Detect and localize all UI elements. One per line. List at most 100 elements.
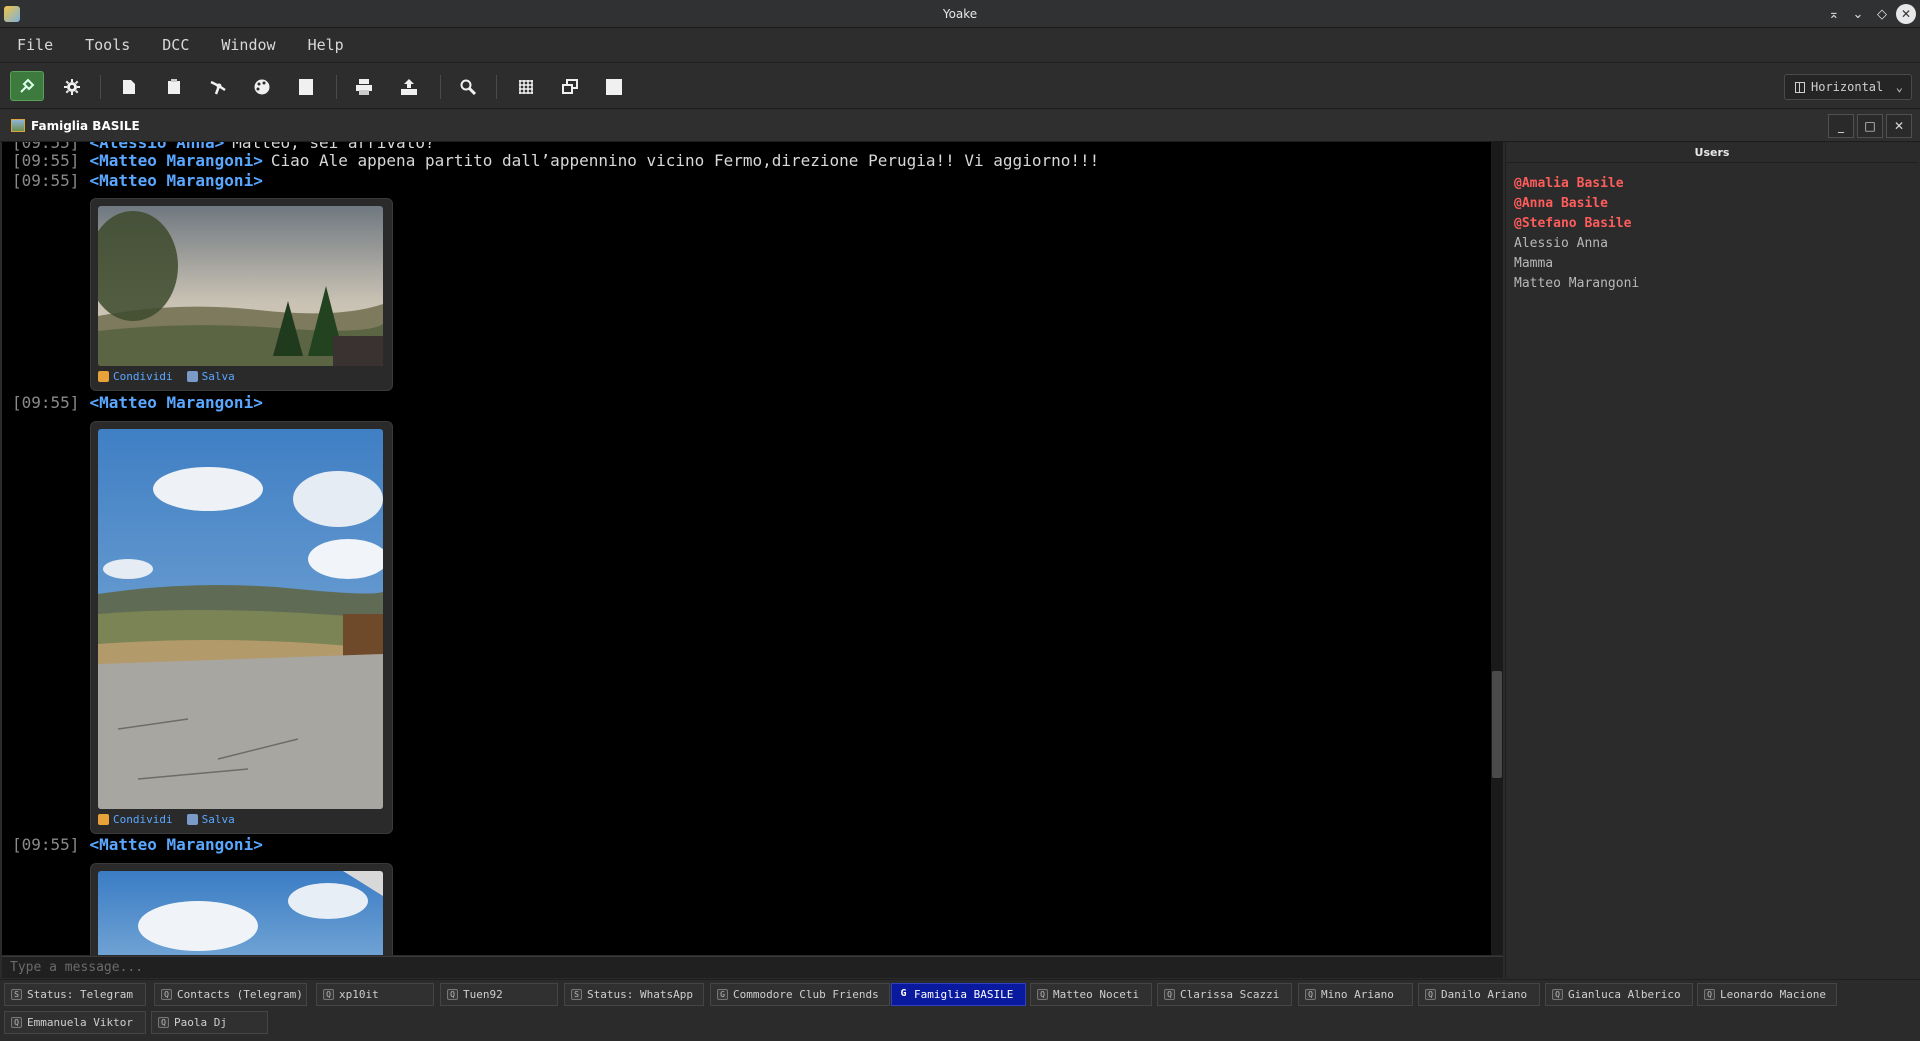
subwindow-close-button[interactable]: ✕ (1886, 114, 1912, 138)
nick[interactable]: <Matteo Marangoni> (89, 151, 262, 170)
media-card: Condividi Salva (90, 421, 393, 834)
media-card: Condividi Salva (90, 198, 393, 391)
user-item[interactable]: Mamma (1506, 254, 1918, 274)
tab-label: Commodore Club Friends (733, 988, 879, 1001)
menu-dcc[interactable]: DCC (153, 30, 198, 60)
blank-page-icon[interactable] (292, 73, 320, 101)
tab-xp10it[interactable]: Qxp10it (316, 983, 434, 1006)
timestamp: [09:55] (12, 393, 80, 412)
upload-icon[interactable] (395, 73, 423, 101)
close-button[interactable]: ✕ (1896, 4, 1916, 24)
chevron-down-icon: ⌄ (1895, 80, 1903, 94)
keep-above-icon[interactable]: ⌅ (1824, 4, 1844, 24)
tab-label: Emmanuela Viktor (27, 1016, 133, 1029)
save-button[interactable]: Salva (186, 370, 235, 383)
user-item[interactable]: Alessio Anna (1506, 234, 1918, 254)
tab-famiglia-basile[interactable]: G Famiglia BASILE (891, 983, 1026, 1006)
timestamp: [09:55] (12, 151, 80, 170)
clipboard-icon[interactable] (160, 73, 188, 101)
tab-status-telegram[interactable]: S Status: Telegram (4, 983, 146, 1006)
tab-clarissa-scazzi[interactable]: Q Clarissa Scazzi (1157, 983, 1292, 1006)
layout-select-value: Horizontal (1811, 80, 1884, 94)
users-panel: Users @Amalia Basile @Anna Basile @Stefa… (1505, 142, 1918, 978)
channel-title: Famiglia BASILE (31, 119, 140, 133)
tab-label: Contacts (Telegram) (177, 988, 303, 1001)
media-card (90, 863, 393, 955)
channel-icon (11, 119, 25, 132)
title-bar: Yoake ⌅ ⌄ ◇ ✕ (0, 0, 1920, 28)
save-label: Salva (201, 370, 235, 383)
network-icon[interactable] (204, 73, 232, 101)
nick[interactable]: <Matteo Marangoni> (89, 393, 262, 412)
printer-icon[interactable] (350, 73, 378, 101)
nick[interactable]: <Matteo Marangoni> (89, 171, 262, 190)
share-button[interactable]: Condividi (98, 370, 173, 383)
tab-paola-dj[interactable]: Q Paola Dj (151, 1011, 268, 1034)
photo-landscape[interactable] (98, 206, 383, 366)
tab-matteo-noceti[interactable]: Q Matteo Noceti (1030, 983, 1152, 1006)
subwindow-minimize-button[interactable]: _ (1828, 114, 1854, 138)
grid-icon[interactable] (512, 73, 540, 101)
window-title: Yoake (942, 7, 978, 21)
subwindow-maximize-button[interactable]: □ (1857, 114, 1883, 138)
tab-tuen92[interactable]: Q Tuen92 (440, 983, 558, 1006)
user-item[interactable]: Matteo Marangoni (1506, 274, 1918, 294)
photo-sky[interactable] (98, 871, 383, 955)
save-label: Salva (201, 813, 235, 826)
tab-label: Paola Dj (174, 1016, 227, 1029)
tab-commodore-club-friends[interactable]: G Commodore Club Friends (710, 983, 890, 1006)
new-document-icon[interactable] (115, 73, 143, 101)
photo-road[interactable] (98, 429, 383, 809)
scrollbar-thumb[interactable] (1492, 671, 1502, 778)
channel-header: Famiglia BASILE _ □ ✕ (0, 110, 1920, 142)
share-button[interactable]: Condividi (98, 813, 173, 826)
share-icon (98, 814, 109, 825)
layout-select[interactable]: Horizontal ⌄ (1784, 74, 1912, 100)
tab-leonardo-macione[interactable]: Q Leonardo Macione (1697, 983, 1837, 1006)
user-item[interactable]: @Stefano Basile (1506, 214, 1918, 234)
tab-mino-ariano[interactable]: Q Mino Ariano (1298, 983, 1413, 1006)
tab-label: Clarissa Scazzi (1180, 988, 1280, 1001)
group-icon: G (900, 988, 907, 999)
layout-icon (1795, 81, 1805, 93)
menu-help[interactable]: Help (299, 30, 353, 60)
tab-danilo-ariano[interactable]: Q Danilo Ariano (1418, 983, 1540, 1006)
user-item[interactable]: @Anna Basile (1506, 194, 1918, 214)
connect-icon[interactable] (10, 71, 44, 101)
message-input[interactable]: Type a message... (2, 956, 1503, 978)
tab-emmanuela-viktor[interactable]: Q Emmanuela Viktor (4, 1011, 146, 1034)
menu-tools[interactable]: Tools (76, 30, 139, 60)
chat-scrollbar[interactable] (1491, 142, 1503, 955)
tab-status-whatsapp[interactable]: S Status: WhatsApp (564, 983, 704, 1006)
users-header: Users (1506, 142, 1918, 163)
window-icon[interactable] (600, 73, 628, 101)
tab-gianluca-alberico[interactable]: Q Gianluca Alberico (1545, 983, 1693, 1006)
chat-view[interactable]: [09:55] <Alessio Anna> Matteo, sei arrivat… (2, 142, 1491, 955)
query-icon: Q (158, 1017, 169, 1028)
user-item[interactable]: @Amalia Basile (1506, 174, 1918, 194)
menu-window[interactable]: Window (212, 30, 284, 60)
palette-icon[interactable] (248, 73, 276, 101)
toolbar: Horizontal ⌄ (0, 63, 1920, 109)
minimize-button[interactable]: ⌄ (1848, 4, 1868, 24)
timestamp: [09:55] (12, 171, 80, 190)
chat-line: [09:55] <Matteo Marangoni> (12, 393, 263, 412)
tab-label: Matteo Noceti (1053, 988, 1140, 1001)
menu-file[interactable]: File (8, 30, 62, 60)
share-label: Condividi (113, 813, 173, 826)
status-icon: S (11, 989, 22, 1000)
query-icon: Q (1305, 989, 1316, 1000)
save-button[interactable]: Salva (186, 813, 235, 826)
settings-icon[interactable] (58, 73, 86, 101)
nick[interactable]: <Matteo Marangoni> (89, 835, 262, 854)
query-icon: Q (161, 989, 172, 1000)
query-icon: Q (323, 989, 334, 1000)
search-icon[interactable] (454, 73, 482, 101)
windows-icon[interactable] (556, 73, 584, 101)
tab-label: Famiglia BASILE (914, 988, 1014, 1001)
group-icon: G (717, 989, 728, 1000)
query-icon: Q (11, 1017, 22, 1028)
maximize-button[interactable]: ◇ (1872, 4, 1892, 24)
tab-contacts-telegram[interactable]: Q Contacts (Telegram) (154, 983, 307, 1006)
query-icon: Q (1552, 989, 1563, 1000)
